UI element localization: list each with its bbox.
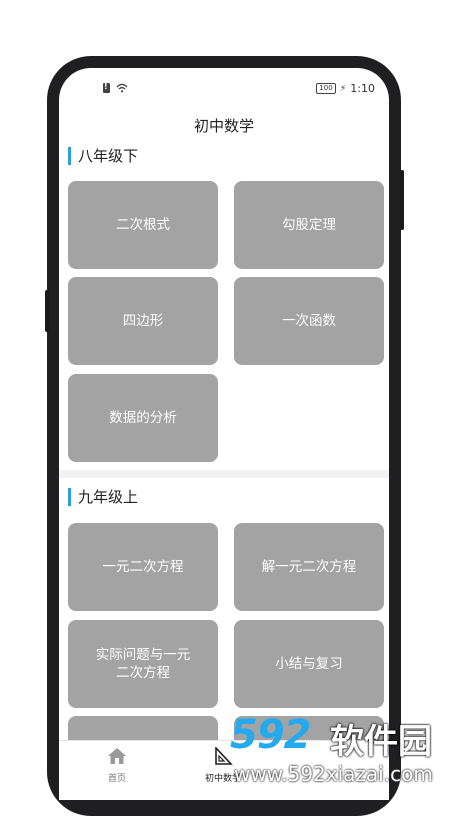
home-icon — [108, 748, 126, 764]
chapter-tile[interactable]: 解一元二次方程 — [234, 523, 384, 611]
phone-side-button — [45, 290, 49, 332]
sim-alert-icon — [103, 82, 110, 93]
charging-icon: ⚡ — [339, 83, 347, 94]
chapter-tile[interactable]: 勾股定理 — [234, 181, 384, 269]
chapter-tile[interactable]: 一次函数 — [234, 277, 384, 365]
chapter-tile[interactable]: 四边形 — [68, 277, 218, 365]
status-time: 1:10 — [350, 82, 375, 95]
status-bar: 100 ⚡ 1:10 — [59, 68, 389, 108]
section-header-grade8-2: 八年级下 — [68, 146, 138, 166]
nav-home[interactable]: 首页 — [77, 747, 157, 784]
nav-home-label: 首页 — [107, 774, 126, 784]
page-title: 初中数学 — [193, 117, 254, 135]
wifi-icon — [116, 83, 128, 93]
app-screen: 100 ⚡ 1:10 初中数学 八年级下 二次根式 勾股定理 四边形 一次函数 … — [59, 68, 389, 800]
chapter-tile[interactable]: 一元二次方程 — [68, 523, 218, 611]
chapter-tile[interactable]: 二次根式 — [68, 181, 218, 269]
ruler-triangle-icon — [215, 745, 233, 765]
section-header-grade9-1: 九年级上 — [68, 487, 138, 507]
grade-list[interactable]: 八年级下 二次根式 勾股定理 四边形 一次函数 数据的分析 九年级上 一元二次方… — [59, 142, 389, 746]
chapter-tile[interactable]: 小结与复习 — [234, 620, 384, 708]
section-divider — [59, 470, 389, 478]
chapter-tile[interactable]: 数据的分析 — [68, 374, 218, 462]
nav-math-label: 初中数学 — [204, 774, 241, 784]
bottom-nav: 首页 初中数学 — [59, 740, 389, 800]
phone-power-button — [400, 170, 404, 230]
nav-math[interactable]: 初中数学 — [183, 745, 263, 784]
battery-icon: 100 — [315, 83, 336, 94]
chapter-tile[interactable]: 实际问题与一元 二次方程 — [68, 620, 218, 708]
